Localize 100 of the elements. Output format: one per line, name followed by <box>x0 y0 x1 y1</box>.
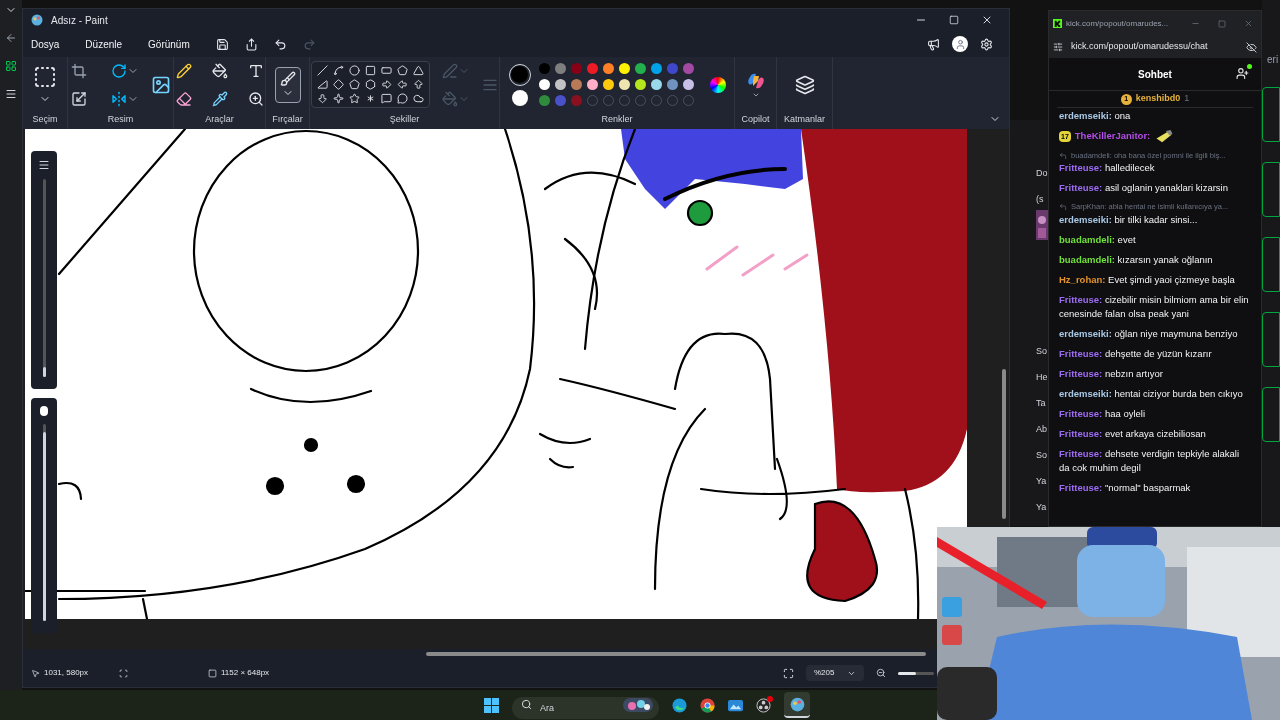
obs-icon[interactable] <box>756 697 771 713</box>
save-icon[interactable] <box>215 37 229 51</box>
color-swatch[interactable] <box>650 79 662 91</box>
color-swatch[interactable] <box>682 63 694 75</box>
avatar[interactable] <box>952 36 968 52</box>
background-text: Ab <box>1036 424 1048 434</box>
layers-icon[interactable] <box>794 74 815 95</box>
triangle-icon[interactable] <box>413 65 424 77</box>
chat-message: Fritteuse: cizebilir misin bilmiom ama bir elin cenesinde falan olsa peak yani <box>1059 292 1250 321</box>
flip-icon[interactable] <box>110 90 127 107</box>
down-arrow-icon[interactable] <box>317 93 328 105</box>
resize-icon[interactable] <box>70 90 87 107</box>
color-swatch[interactable] <box>634 79 646 91</box>
pentagon-icon[interactable] <box>349 79 360 91</box>
color-swatch[interactable] <box>538 95 550 107</box>
color-swatch[interactable] <box>602 79 614 91</box>
image-frame-icon[interactable] <box>150 74 171 95</box>
cloud-callout-icon[interactable] <box>413 93 424 105</box>
photos-icon[interactable] <box>728 697 743 713</box>
color-swatch[interactable] <box>666 79 678 91</box>
color-swatch[interactable] <box>538 63 550 75</box>
zoom-dropdown[interactable]: %205 <box>806 665 864 681</box>
zoom-slider-track[interactable] <box>898 671 934 675</box>
fit-screen-icon[interactable] <box>783 667 794 679</box>
text-tool-icon[interactable] <box>247 62 264 79</box>
color-swatch[interactable] <box>554 63 566 75</box>
zoom-out-icon[interactable] <box>876 668 886 678</box>
star-icon[interactable] <box>349 93 360 105</box>
horizontal-scrollbar[interactable] <box>426 652 926 656</box>
selection-icon[interactable] <box>33 64 57 89</box>
color-picker-icon[interactable] <box>211 90 228 107</box>
six-point-star-icon[interactable] <box>365 93 376 105</box>
speech-bubble-icon[interactable] <box>381 93 392 105</box>
rounded-rectangle-icon[interactable] <box>381 65 392 77</box>
color-wheel-icon[interactable] <box>709 76 726 93</box>
oval-callout-icon[interactable] <box>397 93 408 105</box>
site-settings-icon[interactable] <box>1053 42 1063 52</box>
color-swatch[interactable] <box>570 63 582 75</box>
crop-icon[interactable] <box>70 62 87 79</box>
color-swatch[interactable] <box>570 95 582 107</box>
back-icon[interactable] <box>5 32 17 44</box>
color-swatch[interactable] <box>682 79 694 91</box>
color-swatch[interactable] <box>618 79 630 91</box>
right-arrow-icon[interactable] <box>381 79 392 91</box>
oval-icon[interactable] <box>349 65 360 77</box>
color-swatch[interactable] <box>666 63 678 75</box>
chat-message: Fritteuse: nebzın artıyor <box>1059 366 1165 381</box>
paint-taskbar-button[interactable] <box>784 692 810 718</box>
line-icon[interactable] <box>317 65 328 77</box>
right-triangle-icon[interactable] <box>317 79 328 91</box>
primary-color-swatch[interactable] <box>511 66 528 84</box>
menu-icon[interactable] <box>5 88 17 100</box>
color-swatch[interactable] <box>586 79 598 91</box>
pinned-user[interactable]: kenshibd0 <box>1135 92 1181 106</box>
share-icon[interactable] <box>244 37 258 51</box>
size-slider[interactable] <box>42 179 46 377</box>
eye-off-icon[interactable] <box>1246 41 1257 53</box>
brush-button[interactable] <box>274 66 301 103</box>
color-swatch[interactable] <box>538 79 550 91</box>
undo-icon[interactable] <box>273 37 287 51</box>
chat-username[interactable]: TheKillerJanitor: <box>1074 130 1151 141</box>
megaphone-icon[interactable] <box>927 37 940 51</box>
color-swatch[interactable] <box>650 63 662 75</box>
chat-message: Fritteuse: evet arkaya cizebiliosan <box>1059 426 1207 441</box>
chrome-browser-icon[interactable] <box>700 697 715 713</box>
curve-icon[interactable] <box>333 65 344 77</box>
color-swatch[interactable] <box>602 63 614 75</box>
eraser-icon[interactable] <box>175 90 192 107</box>
pencil-icon[interactable] <box>175 62 192 79</box>
apps-icon[interactable] <box>5 60 17 72</box>
diamond-icon[interactable] <box>333 79 344 91</box>
zoom-slider-fill[interactable] <box>898 671 916 675</box>
settings-icon[interactable] <box>980 37 993 51</box>
menu-item[interactable]: Düzenle <box>85 36 123 52</box>
color-swatch[interactable] <box>570 79 582 91</box>
color-swatch[interactable] <box>554 95 566 107</box>
chat-message: erdemseiki: bir tilki kadar sinsi... <box>1059 212 1199 227</box>
color-swatch[interactable] <box>586 63 598 75</box>
edge-browser-icon[interactable] <box>672 697 687 713</box>
four-point-star-icon[interactable] <box>333 93 344 105</box>
menu-item[interactable]: Görünüm <box>148 36 190 52</box>
hexagon-icon[interactable] <box>365 79 376 91</box>
rectangle-icon[interactable] <box>365 65 376 77</box>
left-arrow-icon[interactable] <box>397 79 408 91</box>
secondary-color-swatch[interactable] <box>511 89 528 106</box>
color-swatch[interactable] <box>554 79 566 91</box>
color-swatch[interactable] <box>634 63 646 75</box>
menu-item[interactable]: Dosya <box>31 36 60 52</box>
close-icon[interactable] <box>981 14 993 26</box>
magnifier-icon[interactable] <box>247 90 264 107</box>
windows-start-icon[interactable] <box>484 697 499 713</box>
up-arrow-icon[interactable] <box>413 79 424 91</box>
polygon-icon[interactable] <box>397 65 408 77</box>
color-swatch[interactable] <box>618 63 630 75</box>
panel-icon[interactable] <box>38 159 50 171</box>
size-slider-fill[interactable] <box>42 367 46 377</box>
fill-bucket-icon[interactable] <box>211 62 228 79</box>
chat-message: Fritteuse: dehsete verdigin tepkiyle alakali da cok muhim degil <box>1059 446 1241 475</box>
user-list-icon[interactable] <box>1236 67 1249 80</box>
rotate-icon[interactable] <box>110 62 127 79</box>
